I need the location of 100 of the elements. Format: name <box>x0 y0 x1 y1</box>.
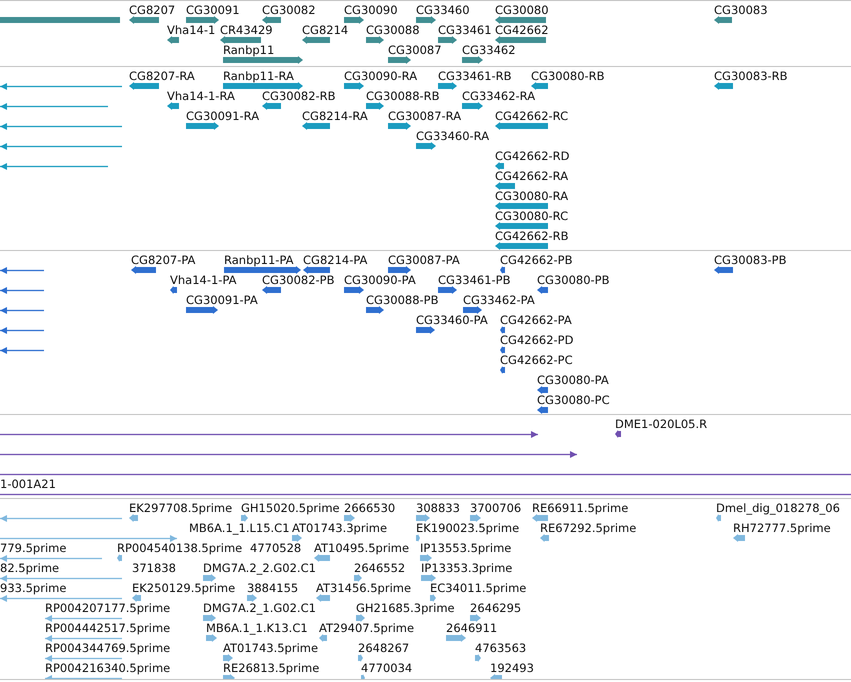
arrow-bar[interactable] <box>416 16 436 24</box>
arrow-bar[interactable] <box>537 406 548 414</box>
arrow-bar[interactable] <box>495 202 548 210</box>
arrow-bar[interactable] <box>224 266 301 274</box>
feature-label: 4770528 <box>250 541 302 555</box>
feature-label: EK297708.5prime <box>129 501 232 515</box>
arrow-line[interactable] <box>0 142 122 150</box>
feature-label: EK250129.5prime <box>132 581 236 595</box>
feature-label: CG42662-RC <box>495 109 568 123</box>
arrow-bar[interactable] <box>131 266 156 274</box>
feature-label: Dmel_dig_018278_06 <box>716 501 840 515</box>
feature-label: 2646552 <box>354 561 406 575</box>
arrow-bar[interactable] <box>495 222 548 230</box>
arrow-bar[interactable] <box>615 430 621 438</box>
feature-label: MB6A.1_1.L15.C1 <box>189 521 290 535</box>
arrow-line[interactable] <box>0 346 44 354</box>
arrow-bar[interactable] <box>714 16 732 24</box>
feature-label: CG8207-RA <box>129 69 195 83</box>
arrow-bar[interactable] <box>186 306 218 314</box>
arrow-bar[interactable] <box>495 122 548 130</box>
arrow-bar[interactable] <box>714 266 733 274</box>
arrow-line[interactable] <box>0 306 44 314</box>
feature-label: EK190023.5prime <box>416 521 520 535</box>
feature-label: CG30090-PA <box>344 273 416 287</box>
feature-label: RP004344769.5prime <box>45 641 170 655</box>
arrow-bar[interactable] <box>714 82 733 90</box>
arrow-bar[interactable] <box>388 266 411 274</box>
arrow-bar[interactable] <box>462 56 483 64</box>
arrow-bar[interactable] <box>262 16 281 24</box>
feature-label: 779.5prime <box>0 541 66 555</box>
feature-label: Ranbp11-PA <box>224 253 294 267</box>
arrow-bar[interactable] <box>531 82 548 90</box>
arrow-bar[interactable] <box>186 16 219 24</box>
arrow-bar[interactable] <box>463 306 482 314</box>
arrow-bar[interactable] <box>366 102 384 110</box>
arrow-bar[interactable] <box>366 306 384 314</box>
arrow-bar[interactable] <box>223 82 303 90</box>
feature-bar[interactable] <box>0 16 120 24</box>
feature-label: CG8214-PA <box>303 253 368 267</box>
arrow-line[interactable] <box>0 102 108 110</box>
arrow-bar[interactable] <box>495 36 546 44</box>
arrow-bar[interactable] <box>388 122 411 130</box>
feature-label: CG30088-RB <box>366 89 440 103</box>
feature-label: CG8214 <box>302 23 348 37</box>
arrow-bar[interactable] <box>262 286 281 294</box>
arrow-bar[interactable] <box>495 16 546 24</box>
arrow-bar[interactable] <box>220 36 261 44</box>
feature-label: 308833 <box>416 501 460 515</box>
arrow-bar[interactable] <box>303 266 330 274</box>
feature-label: CG33462-RA <box>462 89 536 103</box>
arrow-bar[interactable] <box>500 366 505 374</box>
arrow-bar[interactable] <box>262 102 281 110</box>
arrow-bar[interactable] <box>186 122 219 130</box>
arrow-bar[interactable] <box>495 242 548 250</box>
arrow-bar[interactable] <box>344 16 364 24</box>
feature-label: CG30080-RA <box>495 189 568 203</box>
arrow-bar[interactable] <box>500 266 505 274</box>
arrow-line[interactable] <box>0 286 44 294</box>
arrow-bar[interactable] <box>495 162 504 170</box>
arrow-bar[interactable] <box>537 386 548 394</box>
arrow-line[interactable] <box>0 450 577 458</box>
arrow-bar[interactable] <box>167 102 179 110</box>
arrow-bar[interactable] <box>366 36 384 44</box>
arrow-bar[interactable] <box>500 346 505 354</box>
arrow-line[interactable] <box>0 326 44 334</box>
arrow-bar[interactable] <box>167 36 179 44</box>
arrow-line[interactable] <box>0 266 44 274</box>
feature-label: CG30087-RA <box>388 109 462 123</box>
arrow-bar[interactable] <box>416 142 436 150</box>
arrow-bar[interactable] <box>500 326 505 334</box>
feature-label: Vha14-1-RA <box>167 89 235 103</box>
arrow-bar[interactable] <box>170 286 177 294</box>
arrow-bar[interactable] <box>537 286 548 294</box>
arrow-bar[interactable] <box>344 286 364 294</box>
arrow-bar[interactable] <box>416 326 435 334</box>
arrow-bar[interactable] <box>438 82 457 90</box>
feature-label: RP004442517.5prime <box>45 621 170 635</box>
arrow-bar[interactable] <box>129 16 159 24</box>
arrow-bar[interactable] <box>462 102 483 110</box>
arrow-line[interactable] <box>0 82 122 90</box>
arrow-bar[interactable] <box>223 56 303 64</box>
feature-label: CG33461-RB <box>438 69 512 83</box>
arrow-line[interactable] <box>0 162 108 170</box>
arrow-bar[interactable] <box>438 36 457 44</box>
feature-label: RE67292.5prime <box>540 521 636 535</box>
arrow-line[interactable] <box>0 122 122 130</box>
arrow-bar[interactable] <box>302 122 330 130</box>
arrow-bar[interactable] <box>438 286 457 294</box>
arrow-bar[interactable] <box>129 82 159 90</box>
feature-label: CG30080 <box>495 3 549 17</box>
arrow-bar[interactable] <box>495 182 515 190</box>
arrow-line[interactable] <box>0 430 538 438</box>
arrow-bar[interactable] <box>388 56 411 64</box>
arrow-bar[interactable] <box>344 82 364 90</box>
feature-label: CG30090 <box>344 3 398 17</box>
arrow-bar[interactable] <box>302 36 330 44</box>
feature-label: CG42662-PA <box>500 313 572 327</box>
feature-label: 82.5prime <box>0 561 60 575</box>
feature-label: CG42662-RB <box>495 229 569 243</box>
feature-label: CG42662-RA <box>495 169 568 183</box>
